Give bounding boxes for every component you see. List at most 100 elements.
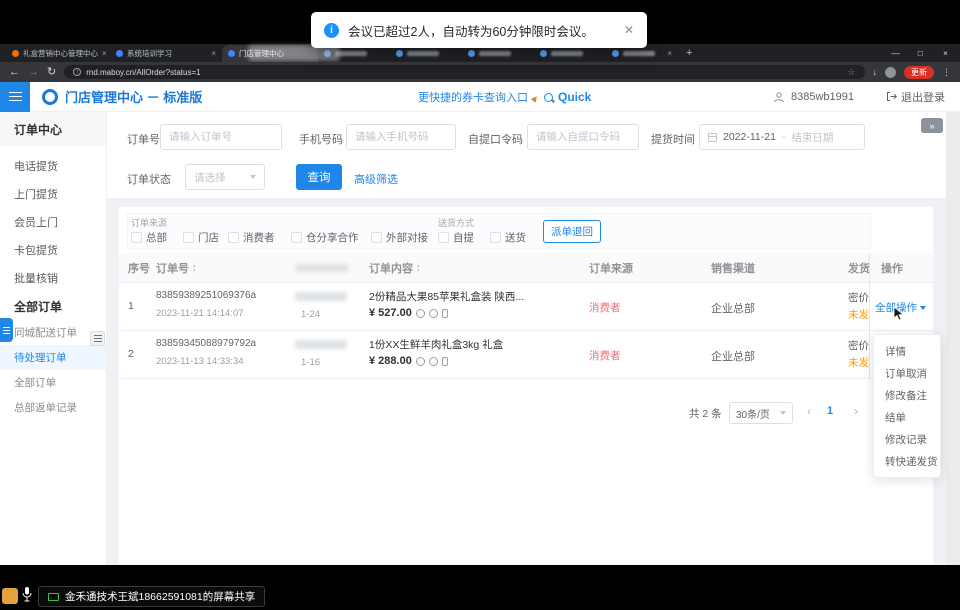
column-header-index: 序号 xyxy=(128,253,150,283)
checkbox-label: 门店 xyxy=(198,230,219,245)
page-size-value: 30条/页 xyxy=(736,406,770,421)
browser-tab-2[interactable]: 系统培训学习 × xyxy=(110,45,222,62)
chrome-update-button[interactable]: 更新 xyxy=(904,66,934,79)
window-maximize-icon[interactable]: □ xyxy=(908,44,933,62)
column-header-channel: 销售渠道 xyxy=(711,253,755,283)
page-size-select[interactable]: 30条/页 xyxy=(729,402,793,424)
filter-panel: 订单号 手机号码 自提口令码 提货时间 2022-11-21 - 结束日期 订单… xyxy=(107,112,946,198)
back-icon[interactable]: ← xyxy=(9,62,20,82)
sidebar-item-card-pickup[interactable]: 卡包提货 xyxy=(0,236,106,264)
checkbox-icon xyxy=(371,232,382,243)
checkbox-delivery[interactable]: 送货 xyxy=(490,230,526,245)
sidebar-item-member-visit[interactable]: 会员上门 xyxy=(0,208,106,236)
browser-menu-icon[interactable]: ⋮ xyxy=(942,67,951,78)
order-no-input[interactable] xyxy=(160,124,282,150)
cell-created-time: 2023-11-13 14:33:34 xyxy=(156,356,244,367)
menu-item-close-order[interactable]: 结单 xyxy=(874,406,940,428)
pickup-code-input[interactable] xyxy=(527,124,639,150)
menu-item-cancel-order[interactable]: 订单取消 xyxy=(874,362,940,384)
sort-icons[interactable]: ▲▼ xyxy=(192,264,196,273)
window-minimize-icon[interactable]: — xyxy=(883,44,908,62)
new-tab-button[interactable]: + xyxy=(678,45,700,62)
calendar-icon xyxy=(708,133,717,142)
menu-item-edit-remark[interactable]: 修改备注 xyxy=(874,384,940,406)
coupon-icon xyxy=(416,309,425,318)
current-page-number[interactable]: 1 xyxy=(827,405,833,417)
sidebar-item-all-orders[interactable]: 全部订单 xyxy=(0,370,106,395)
sidebar-item-pending-orders[interactable]: 待处理订单 xyxy=(0,345,106,370)
refresh-icon[interactable]: ↻ xyxy=(47,62,56,82)
sidebar-item-phone-pickup[interactable]: 电话提货 xyxy=(0,152,106,180)
order-status-select[interactable]: 请选择 xyxy=(185,164,265,190)
browser-profile-avatar[interactable] xyxy=(885,67,896,78)
checkbox-consumer[interactable]: 消费者 xyxy=(228,230,275,245)
forward-icon[interactable]: → xyxy=(28,62,39,82)
sort-asc-icon[interactable]: ▲ xyxy=(416,264,420,268)
checkbox-warehouse-share[interactable]: 仓分享合作 xyxy=(291,230,359,245)
quick-link[interactable]: Quick xyxy=(558,90,591,104)
menu-item-edit-records[interactable]: 修改记录 xyxy=(874,428,940,450)
date-separator: - xyxy=(782,131,786,143)
sort-asc-icon[interactable]: ▲ xyxy=(192,264,196,268)
side-panel-toggle[interactable] xyxy=(0,318,13,342)
tab-favicon xyxy=(396,50,403,57)
window-close-icon[interactable]: × xyxy=(933,44,958,62)
sidebar-item-door-pickup[interactable]: 上门提货 xyxy=(0,180,106,208)
bookmark-star-icon[interactable]: ☆ xyxy=(847,67,855,78)
download-icon[interactable]: ↓ xyxy=(873,62,878,82)
checkbox-hq[interactable]: 总部 xyxy=(131,230,167,245)
prev-page-icon[interactable]: ‹ xyxy=(807,404,811,418)
list-settings-icon[interactable] xyxy=(90,331,105,346)
search-button[interactable]: 查询 xyxy=(296,164,342,190)
cell-price-line: ¥ 288.00 xyxy=(369,355,448,367)
order-price: ¥ 527.00 xyxy=(369,307,412,319)
cell-price-line: ¥ 527.00 xyxy=(369,307,448,319)
advanced-filter-link[interactable]: 高级筛选 xyxy=(354,171,398,187)
tab-close-icon[interactable]: × xyxy=(211,49,216,58)
window-controls: — □ × xyxy=(883,44,958,62)
checkbox-icon xyxy=(131,232,142,243)
dispatch-return-button[interactable]: 派单退回 xyxy=(543,220,601,243)
sidebar-section-all-orders[interactable]: 全部订单 xyxy=(0,292,106,320)
tab-close-icon[interactable]: × xyxy=(102,49,107,58)
column-header-label: 订单内容 xyxy=(369,260,413,276)
checkbox-self-pickup[interactable]: 自提 xyxy=(438,230,474,245)
hamburger-menu-icon[interactable] xyxy=(0,82,30,112)
cell-order-content: 2份精品大果85苹果礼盒装 陕西... xyxy=(369,289,524,304)
redacted-text xyxy=(295,292,347,301)
site-info-icon[interactable]: i xyxy=(73,68,81,76)
phone-input[interactable] xyxy=(346,124,456,150)
cell-pickup-date-fragment: 1-24 xyxy=(301,309,320,320)
pickup-time-range-picker[interactable]: 2022-11-21 - 结束日期 xyxy=(699,124,865,150)
address-bar[interactable]: i rnd.maboy.cn/AllOrder?status=1 ☆ xyxy=(64,65,864,79)
sort-icons[interactable]: ▲▼ xyxy=(416,264,420,273)
logout-button[interactable]: 退出登录 xyxy=(886,89,945,105)
redacted-tab-title xyxy=(551,51,583,56)
screen-share-pill[interactable]: 金禾通技术王斌18662591081的屏幕共享 xyxy=(38,586,265,607)
microphone-icon[interactable] xyxy=(21,586,33,608)
user-area: 8385wb1991 退出登录 xyxy=(773,89,960,105)
checkbox-store[interactable]: 门店 xyxy=(183,230,219,245)
redacted-tab-title xyxy=(407,51,439,56)
sort-desc-icon[interactable]: ▼ xyxy=(192,269,196,273)
coupon-query-link[interactable]: 更快捷的券卡查询入口 xyxy=(418,89,528,105)
tab-close-icon[interactable]: × xyxy=(667,49,672,58)
username[interactable]: 8385wb1991 xyxy=(791,91,854,103)
toast-close-icon[interactable]: ✕ xyxy=(624,23,634,37)
chevron-down-icon xyxy=(780,411,786,415)
checkbox-external[interactable]: 外部对接 xyxy=(371,230,428,245)
sidebar-item-hq-return-records[interactable]: 总部返单记录 xyxy=(0,395,106,420)
browser-tab-1[interactable]: 礼盒营销中心管理中心 × xyxy=(6,45,110,62)
redacted-tab-title xyxy=(623,51,655,56)
menu-item-express-ship[interactable]: 转快递发货 xyxy=(874,450,940,472)
column-header-content[interactable]: 订单内容 ▲▼ xyxy=(369,253,420,283)
sidebar-item-batch-verify[interactable]: 批量核销 xyxy=(0,264,106,292)
pickup-code-label: 自提口令码 xyxy=(468,131,523,147)
column-header-order-no[interactable]: 订单号 ▲▼ xyxy=(156,253,196,283)
next-page-icon[interactable]: › xyxy=(854,404,858,418)
cell-order-no: 83859389251069376a xyxy=(156,290,256,301)
collapse-panel-button[interactable]: » xyxy=(921,118,943,133)
sort-desc-icon[interactable]: ▼ xyxy=(416,269,420,273)
shipping-line-2: 未发货 xyxy=(848,355,870,372)
menu-item-detail[interactable]: 详情 xyxy=(874,340,940,362)
